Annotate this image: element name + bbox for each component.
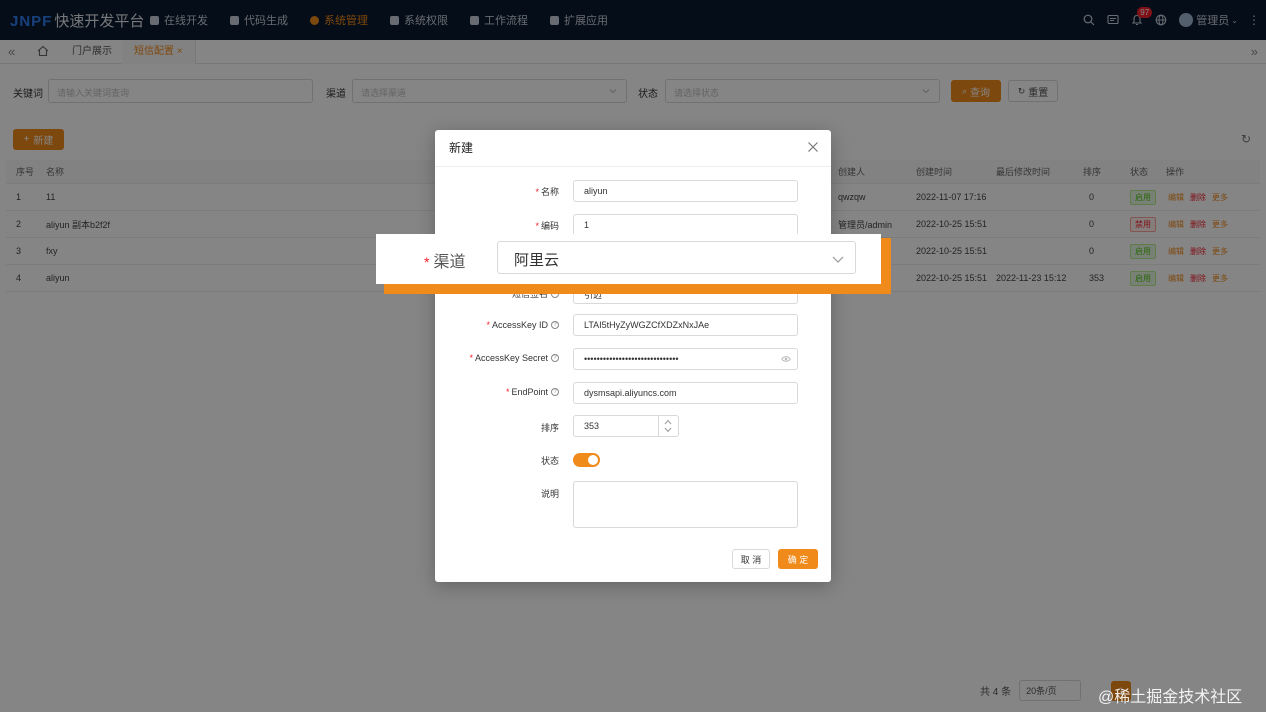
dialog-title: 新建 [449, 141, 474, 155]
name-label: * 名称 [535, 185, 559, 198]
toggle-knob [588, 455, 598, 465]
description-label: 说明 [540, 489, 559, 499]
required-mark: * [505, 387, 510, 397]
endpoint-label-text: EndPoint [511, 387, 548, 397]
stepper-arrows [658, 416, 678, 436]
sort-stepper[interactable]: 353 [573, 415, 679, 437]
status-toggle[interactable] [573, 453, 600, 467]
name-input[interactable]: aliyun [573, 180, 798, 202]
zoom-callout-channel: * 渠道 阿里云 [376, 234, 881, 284]
aksecret-label: * AccessKey Secret? [469, 353, 559, 363]
endpoint-label: * EndPoint? [506, 387, 559, 397]
cancel-button[interactable]: 取 消 [732, 549, 770, 569]
help-icon[interactable]: ? [551, 388, 559, 396]
akid-label: * AccessKey ID? [486, 320, 559, 330]
accesskey-secret-input[interactable]: •••••••••••••••••••••••••••••• [573, 348, 798, 370]
aksecret-label-text: AccessKey Secret [474, 353, 548, 363]
new-sms-config-dialog: 新建 *名称 aliyun *编码 1 *短信签名? 引迈 *AccessKey… [435, 130, 831, 582]
required-mark: * [469, 353, 473, 363]
required-mark: * [535, 186, 539, 197]
chevron-up-icon [664, 419, 672, 425]
akid-label-text: AccessKey ID [491, 320, 548, 330]
channel-select[interactable]: 阿里云 [497, 241, 856, 274]
code-label: * 编码 [535, 219, 559, 232]
status-label: 状态 [540, 456, 559, 466]
name-label-text: 名称 [540, 187, 559, 197]
code-input[interactable]: 1 [573, 214, 798, 236]
channel-value: 阿里云 [514, 252, 560, 269]
endpoint-input[interactable]: dysmsapi.aliyuncs.com [573, 382, 798, 404]
chevron-down-icon [832, 256, 844, 263]
secret-mask: •••••••••••••••••••••••••••••• [584, 354, 679, 364]
dialog-divider [435, 166, 831, 167]
watermark: @稀土掘金技术社区 [1098, 689, 1243, 706]
required-mark: * [424, 254, 430, 270]
channel-field-label: * 渠道 [424, 248, 465, 272]
required-mark: * [535, 220, 539, 231]
help-icon[interactable]: ? [551, 354, 559, 362]
sort-value: 353 [584, 421, 600, 431]
channel-label-text: 渠道 [433, 254, 466, 271]
sort-label: 排序 [540, 423, 559, 433]
accesskey-id-input[interactable]: LTAI5tHyZyWGZCfXDZxNxJAe [573, 314, 798, 336]
code-label-text: 编码 [540, 221, 559, 231]
help-icon[interactable]: ? [551, 321, 559, 329]
required-mark: * [486, 320, 490, 330]
description-textarea[interactable] [573, 481, 798, 528]
chevron-down-icon [664, 427, 672, 433]
eye-icon [781, 356, 791, 362]
close-icon[interactable] [807, 141, 819, 153]
confirm-button[interactable]: 确 定 [778, 549, 818, 569]
